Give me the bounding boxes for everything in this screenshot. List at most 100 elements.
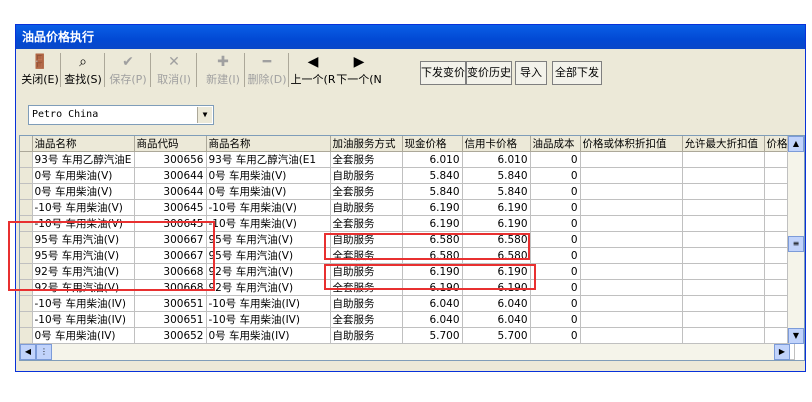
new-button[interactable]: ✚ 新建(I)	[202, 53, 245, 87]
table-cell[interactable]: 0号 车用柴油(V)	[206, 167, 331, 184]
table-cell[interactable]: 自助服务	[330, 199, 403, 216]
table-cell[interactable]: 0	[530, 167, 581, 184]
save-button[interactable]: ✔ 保存(P)	[106, 53, 151, 87]
horizontal-scrollbar[interactable]: ◀ ⋮ ▶	[20, 343, 790, 360]
table-cell[interactable]: 5.840	[402, 167, 463, 184]
table-cell[interactable]	[682, 311, 765, 328]
table-cell[interactable]: 6.040	[402, 295, 463, 312]
table-cell[interactable]	[580, 183, 683, 200]
table-cell[interactable]: 95号 车用汽油(V)	[206, 247, 331, 264]
table-cell[interactable]: 自助服务	[330, 295, 403, 312]
table-cell[interactable]	[682, 183, 765, 200]
table-row[interactable]: 93号 车用乙醇汽油E 300656 93号 车用乙醇汽油(E1 全套服务 6.010 6…	[20, 151, 795, 168]
table-cell[interactable]: 300651	[134, 295, 207, 312]
close-button[interactable]: 🚪 关闭(E)	[20, 53, 61, 87]
table-row[interactable]: 0号 车用柴油(V) 300644 0号 车用柴油(V) 自助服务 5.840 5.840…	[20, 167, 795, 184]
table-cell[interactable]: 6.190	[462, 199, 531, 216]
table-cell[interactable]: 0号 车用柴油(IV)	[32, 327, 135, 344]
table-cell[interactable]	[580, 215, 683, 232]
table-cell[interactable]: 全套服务	[330, 151, 403, 168]
table-cell[interactable]: 0号 车用柴油(IV)	[206, 327, 331, 344]
table-cell[interactable]	[580, 327, 683, 344]
table-cell[interactable]	[580, 295, 683, 312]
scroll-right-icon[interactable]: ▶	[774, 344, 790, 360]
table-cell[interactable]: 6.040	[462, 311, 531, 328]
table-cell[interactable]	[682, 151, 765, 168]
table-cell[interactable]: 300652	[134, 327, 207, 344]
table-cell[interactable]	[580, 279, 683, 296]
delete-button[interactable]: ━ 删除(D)	[246, 53, 289, 87]
table-cell[interactable]	[682, 295, 765, 312]
table-row[interactable]: -10号 车用柴油(IV) 300651 -10号 车用柴油(IV) 全套服务 6.04…	[20, 311, 795, 328]
scroll-down-icon[interactable]: ▼	[788, 328, 804, 344]
table-cell[interactable]	[682, 247, 765, 264]
table-cell[interactable]: 0	[530, 279, 581, 296]
table-cell[interactable]: -10号 车用柴油(IV)	[206, 295, 331, 312]
table-cell[interactable]: 0号 车用柴油(V)	[32, 183, 135, 200]
table-cell[interactable]: 5.700	[462, 327, 531, 344]
table-row[interactable]: -10号 车用柴油(IV) 300651 -10号 车用柴油(IV) 自助服务 6.04…	[20, 295, 795, 312]
table-cell[interactable]	[580, 231, 683, 248]
column-header[interactable]: 信用卡价格	[462, 136, 531, 152]
table-cell[interactable]: 0	[530, 327, 581, 344]
table-cell[interactable]	[580, 199, 683, 216]
column-header[interactable]: 油品名称	[32, 136, 135, 152]
table-cell[interactable]: 0	[530, 311, 581, 328]
table-cell[interactable]: 6.040	[402, 311, 463, 328]
table-cell[interactable]: 0号 车用柴油(V)	[32, 167, 135, 184]
scroll-thumb[interactable]: ≡	[788, 236, 804, 252]
vertical-scrollbar[interactable]: ▲ ≡ ▼	[787, 136, 804, 344]
table-cell[interactable]: 5.840	[462, 167, 531, 184]
table-cell[interactable]: 自助服务	[330, 167, 403, 184]
chevron-down-icon[interactable]: ▼	[197, 107, 212, 123]
table-cell[interactable]: 93号 车用乙醇汽油(E1	[206, 151, 331, 168]
table-cell[interactable]: 6.010	[462, 151, 531, 168]
column-header[interactable]: 商品名称	[206, 136, 331, 152]
column-header[interactable]: 现金价格	[402, 136, 463, 152]
cancel-button[interactable]: ✕ 取消(I)	[152, 53, 197, 87]
prev-button[interactable]: ◀ 上一个(R	[290, 53, 336, 87]
table-cell[interactable]: -10号 车用柴油(V)	[32, 199, 135, 216]
scroll-left-icon[interactable]: ◀	[20, 344, 36, 360]
company-select[interactable]: Petro China ▼	[28, 105, 214, 125]
table-cell[interactable]	[580, 311, 683, 328]
table-cell[interactable]	[682, 231, 765, 248]
table-cell[interactable]	[682, 263, 765, 280]
table-cell[interactable]	[580, 247, 683, 264]
table-row[interactable]: -10号 车用柴油(V) 300645 -10号 车用柴油(V) 自助服务 6.190 6…	[20, 199, 795, 216]
price-history-button[interactable]: 变价历史	[466, 61, 512, 85]
table-cell[interactable]	[580, 263, 683, 280]
table-cell[interactable]: 300644	[134, 183, 207, 200]
table-cell[interactable]	[580, 151, 683, 168]
table-cell[interactable]: 0号 车用柴油(V)	[206, 183, 331, 200]
table-cell[interactable]: 300651	[134, 311, 207, 328]
column-header[interactable]: 允许最大折扣值	[682, 136, 765, 152]
table-cell[interactable]: 0	[530, 295, 581, 312]
table-cell[interactable]: 0	[530, 199, 581, 216]
table-cell[interactable]: 6.010	[402, 151, 463, 168]
table-cell[interactable]: -10号 车用柴油(IV)	[32, 295, 135, 312]
table-cell[interactable]: 6.190	[402, 215, 463, 232]
table-cell[interactable]: 93号 车用乙醇汽油E	[32, 151, 135, 168]
column-header[interactable]: 油品成本	[530, 136, 581, 152]
table-cell[interactable]: 0	[530, 247, 581, 264]
table-cell[interactable]: 0	[530, 215, 581, 232]
table-cell[interactable]	[682, 199, 765, 216]
table-cell[interactable]: 6.190	[462, 215, 531, 232]
table-cell[interactable]: -10号 车用柴油(V)	[206, 215, 331, 232]
table-cell[interactable]: 全套服务	[330, 311, 403, 328]
table-cell[interactable]: 95号 车用汽油(V)	[206, 231, 331, 248]
table-cell[interactable]: 300656	[134, 151, 207, 168]
table-cell[interactable]: 0	[530, 263, 581, 280]
import-button[interactable]: 导入	[515, 61, 547, 85]
table-cell[interactable]: 0	[530, 151, 581, 168]
find-button[interactable]: ⌕ 查找(S)	[62, 53, 105, 87]
table-cell[interactable]: 300644	[134, 167, 207, 184]
table-cell[interactable]	[682, 327, 765, 344]
issue-all-button[interactable]: 全部下发	[552, 61, 602, 85]
table-cell[interactable]	[682, 167, 765, 184]
column-header[interactable]: 价格或体积折扣值	[580, 136, 683, 152]
table-cell[interactable]	[682, 215, 765, 232]
table-cell[interactable]: -10号 车用柴油(IV)	[32, 311, 135, 328]
table-cell[interactable]: -10号 车用柴油(V)	[206, 199, 331, 216]
